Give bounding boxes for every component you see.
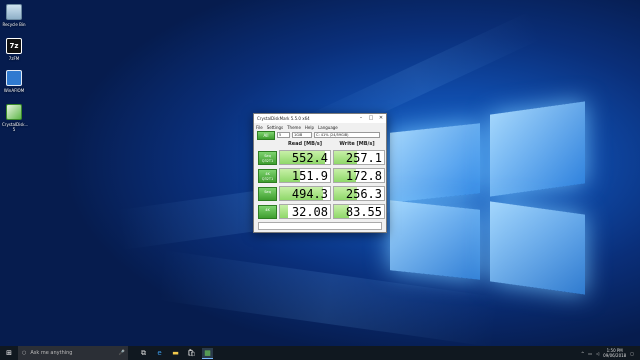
task-view-icon[interactable]: ⧉: [138, 348, 149, 359]
desktop-icon-7zfm[interactable]: 7z 7zFM: [2, 38, 26, 61]
crystaldisk-taskbar-icon[interactable]: ▦: [202, 347, 213, 359]
network-icon[interactable]: ▭: [588, 351, 592, 356]
taskbar: ⊞ ○ Ask me anything 🎤 ⧉ e ▬ 🛍 ▦ ^ ▭ ◁ 1:…: [0, 346, 640, 360]
7zip-icon: 7z: [6, 38, 22, 54]
count-select[interactable]: 5: [277, 132, 290, 138]
read-value: 151.9: [291, 169, 328, 183]
write-value: 172.8: [345, 169, 382, 183]
notifications-icon[interactable]: ▢: [630, 351, 634, 356]
test-button[interactable]: 4K: [258, 204, 277, 219]
read-result: 494.3: [279, 186, 331, 201]
all-button[interactable]: All: [257, 130, 275, 140]
benchmark-row: Seq Q32T1 552.4 257.1: [258, 150, 386, 165]
write-value: 256.3: [345, 187, 382, 201]
minimize-icon[interactable]: –: [356, 114, 366, 123]
read-value: 32.08: [291, 205, 328, 219]
menu-theme[interactable]: Theme: [287, 125, 301, 130]
write-result: 83.55: [333, 204, 385, 219]
write-result: 172.8: [333, 168, 385, 183]
crystaldiskmark-window: CrystalDiskMark 5.5.0 x64 – □ ✕ File Set…: [253, 113, 387, 233]
search-icon: ○: [22, 350, 27, 356]
test-button[interactable]: Seq: [258, 186, 277, 201]
maximize-icon[interactable]: □: [366, 114, 376, 123]
crystaldisk-icon: [6, 104, 22, 120]
search-box[interactable]: ○ Ask me anything 🎤: [18, 346, 128, 360]
read-result: 552.4: [279, 150, 331, 165]
menu-settings[interactable]: Settings: [267, 125, 283, 130]
read-result: 151.9: [279, 168, 331, 183]
system-tray: ^ ▭ ◁ 1:50 PM 09/06/2018 ▢: [581, 348, 640, 358]
store-icon[interactable]: 🛍: [186, 348, 197, 359]
edge-icon[interactable]: e: [154, 348, 165, 359]
menu-help[interactable]: Help: [305, 125, 314, 130]
size-select[interactable]: 1GiB: [292, 132, 312, 138]
desktop-icon-winafiom[interactable]: WinAFIOM: [2, 70, 26, 93]
benchmark-row: 4K 32.08 83.55: [258, 204, 386, 219]
write-result: 257.1: [333, 150, 385, 165]
file-explorer-icon[interactable]: ▬: [170, 348, 181, 359]
microphone-icon[interactable]: 🎤: [119, 350, 128, 356]
options-row: All 5 1GiB C: 41% (24/59GiB): [254, 130, 386, 140]
write-value: 83.55: [345, 205, 382, 219]
volume-icon[interactable]: ◁: [596, 351, 599, 356]
title-bar[interactable]: CrystalDiskMark 5.5.0 x64 – □ ✕: [254, 114, 386, 123]
write-value: 257.1: [345, 151, 382, 165]
window-title: CrystalDiskMark 5.5.0 x64: [257, 116, 310, 121]
read-value: 552.4: [291, 151, 328, 165]
menu-language[interactable]: Language: [318, 125, 338, 130]
read-result: 32.08: [279, 204, 331, 219]
test-button[interactable]: 4K Q32T1: [258, 168, 277, 183]
drive-select[interactable]: C: 41% (24/59GiB): [314, 132, 380, 138]
write-result: 256.3: [333, 186, 385, 201]
desktop-icon-crystaldisk[interactable]: CrystalDisk... 5: [2, 104, 28, 132]
desktop-icon-recycle-bin[interactable]: Recycle Bin: [2, 4, 26, 27]
read-bar: [280, 205, 288, 218]
recycle-bin-icon: [6, 4, 22, 20]
app-icon: [6, 70, 22, 86]
windows-start-icon: ⊞: [6, 349, 12, 357]
comment-field[interactable]: [258, 222, 382, 230]
write-header: Write [MB/s]: [339, 141, 375, 147]
close-icon[interactable]: ✕: [376, 114, 386, 123]
chevron-up-icon[interactable]: ^: [581, 351, 584, 356]
start-button[interactable]: ⊞: [0, 346, 18, 360]
benchmark-row: 4K Q32T1 151.9 172.8: [258, 168, 386, 183]
benchmark-row: Seq 494.3 256.3: [258, 186, 386, 201]
read-header: Read [MB/s]: [287, 141, 323, 147]
search-placeholder: Ask me anything: [30, 350, 73, 356]
read-value: 494.3: [291, 187, 328, 201]
test-button[interactable]: Seq Q32T1: [258, 150, 277, 165]
menu-file[interactable]: File: [256, 125, 263, 130]
clock[interactable]: 1:50 PM 09/06/2018: [603, 348, 626, 358]
windows-logo-wallpaper: [390, 100, 590, 295]
